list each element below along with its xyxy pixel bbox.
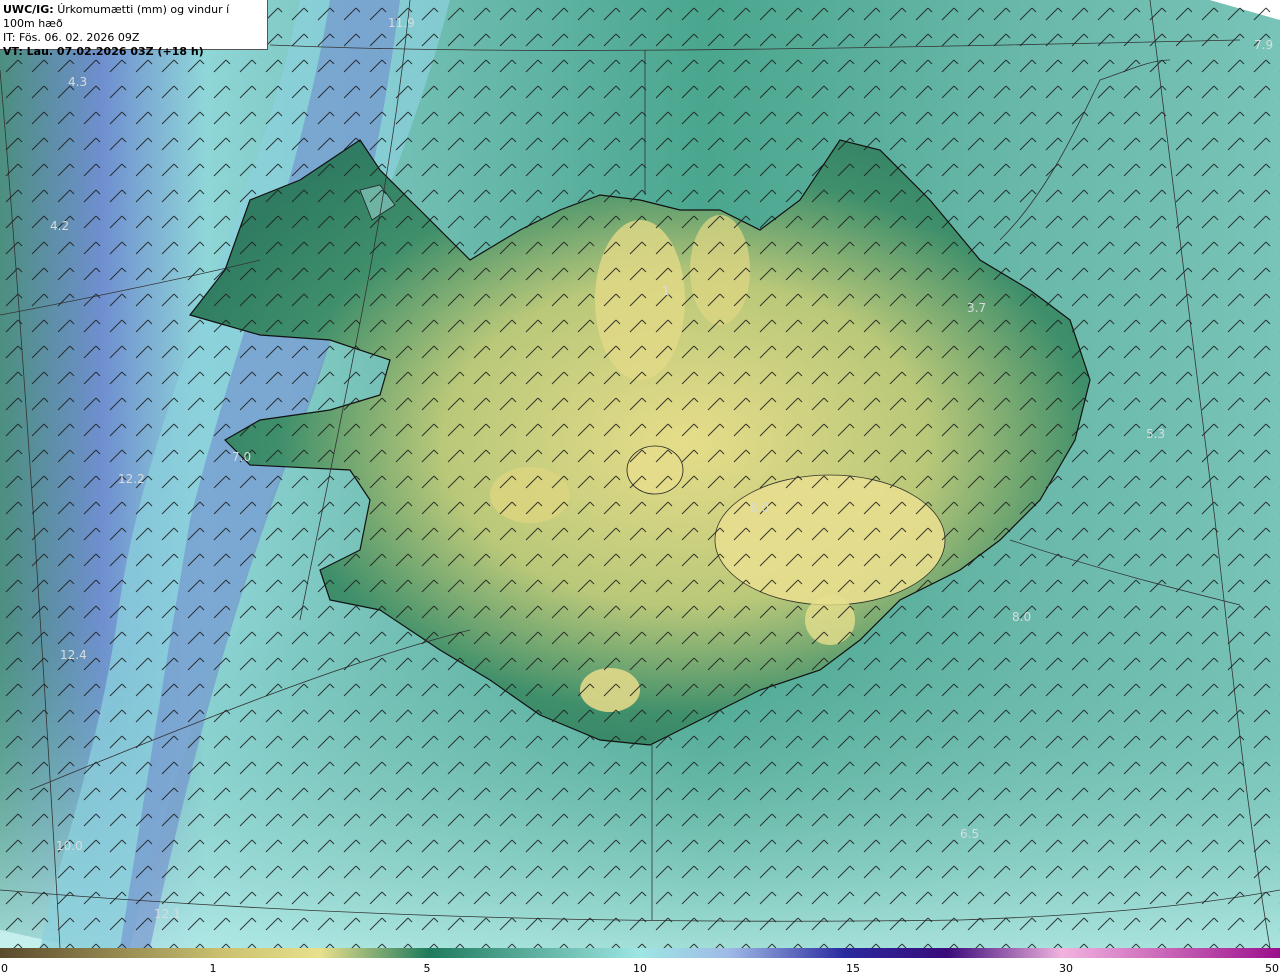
wind-barbs [0, 0, 1280, 948]
colorbar-tick: 1 [209, 962, 217, 975]
value-label: 7.9 [1254, 38, 1273, 52]
value-label: 8.0 [750, 501, 769, 515]
colorbar-labels: 0 1 5 10 15 30 50 [0, 962, 1280, 978]
colorbar [0, 948, 1280, 958]
map-title: UWC/IG: Úrkomumætti (mm) og vindur í 100… [3, 3, 264, 31]
value-label: 7.0 [232, 450, 251, 464]
colorbar-tick: 15 [846, 962, 860, 975]
value-label: 12.1 [154, 907, 181, 921]
model-label: UWC/IG: [3, 3, 54, 16]
precipitation-wind-map: 11.9 7.9 4.3 4.2 3.7 5.3 12.2 12.4 8.0 6… [0, 0, 1280, 948]
value-label: 4.3 [68, 75, 87, 89]
colorbar-tick: 0 [1, 962, 8, 975]
value-label: 12.2 [118, 472, 145, 486]
value-label: 10.0 [56, 839, 83, 853]
colorbar-tick: 30 [1059, 962, 1073, 975]
colorbar-tick: 5 [423, 962, 431, 975]
value-label: 4.2 [50, 219, 69, 233]
value-label: 8.0 [1012, 610, 1031, 624]
value-label: 11.9 [388, 16, 415, 30]
value-label: 5.3 [1146, 427, 1165, 441]
map-info-box: UWC/IG: Úrkomumætti (mm) og vindur í 100… [0, 0, 268, 58]
value-label: 12.4 [60, 648, 87, 662]
colorbar-tick: 50 [1265, 962, 1279, 975]
value-label: 6.5 [960, 827, 979, 841]
value-label: 1 [662, 284, 670, 298]
valid-time: VT: Lau. 07.02.2026 03Z (+18 h) [3, 45, 204, 58]
value-label: 3.7 [967, 301, 986, 315]
colorbar-tick: 10 [633, 962, 647, 975]
issue-time: IT: Fös. 06. 02. 2026 09Z [3, 31, 140, 44]
